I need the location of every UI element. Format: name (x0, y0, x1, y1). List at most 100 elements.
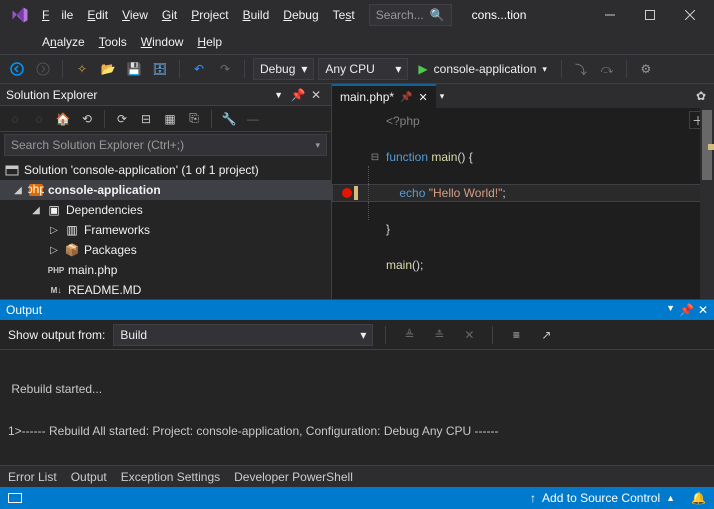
tree-file-readme[interactable]: M↓ README.MD (0, 280, 331, 299)
menu-file[interactable]: File (36, 4, 79, 26)
pin-tab-icon[interactable]: 📌 (400, 92, 412, 103)
source-control-button[interactable]: Add to Source Control (542, 491, 660, 505)
pin-button[interactable]: 📌 (289, 86, 307, 104)
dropdown-icon[interactable]: ▼ (666, 303, 675, 317)
maximize-button[interactable] (630, 0, 670, 30)
menu-edit[interactable]: Edit (81, 4, 114, 26)
menu-analyze[interactable]: Analyze (36, 31, 91, 53)
tree-dependencies[interactable]: ◢ ▣ Dependencies (0, 200, 331, 220)
editor-settings-button[interactable]: ✿ (688, 89, 714, 103)
output-line: Rebuild started... (8, 382, 706, 396)
nav-back-button[interactable] (6, 58, 28, 80)
goto-button[interactable]: ↗ (535, 324, 557, 346)
save-all-button[interactable]: 🗄 (149, 58, 171, 80)
solution-explorer-toolbar: ◌ ◌ 🏠 ⟲ ⟳ ⊟ ▦ ⎘ 🔧 — (0, 106, 331, 132)
close-panel-button[interactable]: ✕ (698, 303, 708, 317)
chevron-collapsed-icon[interactable]: ▷ (48, 225, 60, 236)
standard-toolbar: ✧ 📂 💾 🗄 ↶ ↷ Debug▾ Any CPU▾ ▶ console-ap… (0, 54, 714, 84)
se-preview-button[interactable]: — (242, 108, 264, 130)
status-rect-icon (8, 493, 22, 503)
menu-help[interactable]: Help (191, 31, 228, 53)
show-output-label: Show output from: (8, 328, 105, 342)
frameworks-icon: ▥ (64, 222, 80, 238)
chevron-down-icon: ▾ (542, 64, 547, 75)
open-button[interactable]: 📂 (97, 58, 119, 80)
solution-icon (4, 162, 20, 178)
breakpoint-icon[interactable] (342, 188, 352, 198)
tree-project[interactable]: ◢ php console-application (0, 180, 331, 200)
output-text[interactable]: Rebuild started... 1>------ Rebuild All … (0, 350, 714, 465)
undo-button[interactable]: ↶ (188, 58, 210, 80)
se-copy-button[interactable]: ⎘ (183, 108, 205, 130)
panel-title: Solution Explorer (6, 88, 97, 102)
tree-solution[interactable]: Solution 'console-application' (1 of 1 p… (0, 160, 331, 180)
clear-button[interactable]: ✕ (458, 324, 480, 346)
tree-file-mainphp[interactable]: PHP main.php (0, 260, 331, 280)
se-sync-button[interactable]: ⟲ (76, 108, 98, 130)
tab-output[interactable]: Output (71, 470, 107, 484)
main-menu: File Edit View Git Project Build Debug T… (36, 4, 361, 26)
search-icon: 🔍 (430, 8, 445, 22)
menu-view[interactable]: View (116, 4, 154, 26)
step-over-button[interactable]: ⤼ (596, 58, 618, 80)
tab-error-list[interactable]: Error List (8, 470, 57, 484)
tab-overflow-icon[interactable]: ▾ (440, 91, 445, 102)
packages-icon: 📦 (64, 242, 80, 258)
se-refresh-button[interactable]: ⟳ (111, 108, 133, 130)
menu-project[interactable]: Project (185, 4, 234, 26)
dropdown-icon[interactable]: ▼ (274, 90, 283, 100)
extensions-button[interactable]: ⚙ (635, 58, 657, 80)
notifications-icon[interactable]: 🔔 (691, 491, 706, 505)
editor-tabbar: main.php* 📌 ✕ ▾ ✿ (332, 84, 714, 108)
minimize-button[interactable] (590, 0, 630, 30)
menu-git[interactable]: Git (156, 4, 183, 26)
tree-packages[interactable]: ▷ 📦 Packages (0, 240, 331, 260)
close-panel-button[interactable]: ✕ (307, 86, 325, 104)
main-area: Solution Explorer ▼ 📌 ✕ ◌ ◌ 🏠 ⟲ ⟳ ⊟ ▦ ⎘ … (0, 84, 714, 299)
markdown-file-icon: M↓ (48, 282, 64, 298)
se-showall-button[interactable]: ▦ (159, 108, 181, 130)
new-project-button[interactable]: ✧ (71, 58, 93, 80)
prev-message-button[interactable]: ≜ (398, 324, 420, 346)
menu-tools[interactable]: Tools (93, 31, 133, 53)
se-collapse-button[interactable]: ⊟ (135, 108, 157, 130)
tree-frameworks[interactable]: ▷ ▥ Frameworks (0, 220, 331, 240)
redo-button[interactable]: ↷ (214, 58, 236, 80)
solution-explorer-search[interactable]: Search Solution Explorer (Ctrl+;) ▾ (4, 134, 327, 156)
se-home-button[interactable]: 🏠 (52, 108, 74, 130)
tab-powershell[interactable]: Developer PowerShell (234, 470, 353, 484)
save-button[interactable]: 💾 (123, 58, 145, 80)
platform-dropdown[interactable]: Any CPU▾ (318, 58, 408, 80)
bottom-tabs: Error List Output Exception Settings Dev… (0, 465, 714, 487)
solution-tree: Solution 'console-application' (1 of 1 p… (0, 158, 331, 299)
wrap-button[interactable]: ≡ (505, 324, 527, 346)
next-message-button[interactable]: ≛ (428, 324, 450, 346)
editor-scrollbar[interactable] (700, 108, 714, 299)
menu-test[interactable]: Test (327, 4, 361, 26)
code-area[interactable]: ＋ <?php ⊟function main() { echo "Hello W… (332, 108, 714, 299)
chevron-collapsed-icon[interactable]: ▷ (48, 245, 60, 256)
search-box[interactable]: Search... 🔍 (369, 4, 452, 26)
output-source-dropdown[interactable]: Build▾ (113, 324, 373, 346)
se-fwd-button[interactable]: ◌ (28, 108, 50, 130)
nav-fwd-button[interactable] (32, 58, 54, 80)
chevron-up-icon[interactable]: ▲ (666, 493, 675, 503)
se-back-button[interactable]: ◌ (4, 108, 26, 130)
close-tab-icon[interactable]: ✕ (419, 91, 428, 104)
menu-debug[interactable]: Debug (277, 4, 324, 26)
editor-tab-mainphp[interactable]: main.php* 📌 ✕ (332, 84, 436, 108)
pin-button[interactable]: 📌 (679, 303, 694, 317)
step-into-button[interactable]: ⤵ (570, 58, 592, 80)
menu-window[interactable]: Window (135, 31, 190, 53)
php-project-icon: php (28, 182, 44, 198)
menu-build[interactable]: Build (237, 4, 276, 26)
close-button[interactable] (670, 0, 710, 30)
fold-icon[interactable]: ⊟ (368, 152, 382, 163)
chevron-expanded-icon[interactable]: ◢ (12, 185, 24, 196)
se-properties-button[interactable]: 🔧 (218, 108, 240, 130)
chevron-down-icon: ▾ (395, 62, 401, 76)
start-debug-button[interactable]: ▶ console-application ▾ (412, 58, 553, 80)
tab-exception-settings[interactable]: Exception Settings (121, 470, 220, 484)
chevron-expanded-icon[interactable]: ◢ (30, 205, 42, 216)
config-dropdown[interactable]: Debug▾ (253, 58, 314, 80)
